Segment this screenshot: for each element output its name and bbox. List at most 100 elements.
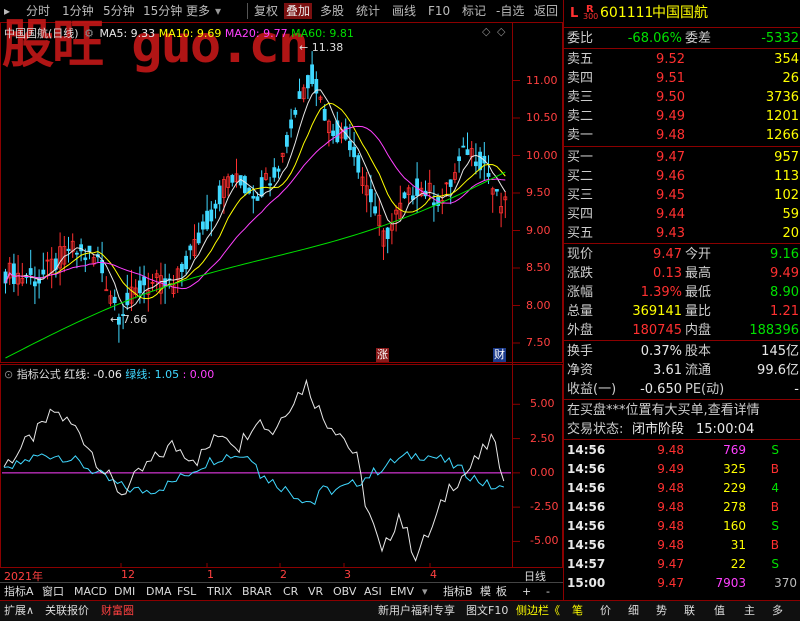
tick-side: B [770,462,779,476]
duogu-button[interactable]: 多股 [320,3,344,19]
quote-value: 188396 [749,323,799,338]
tick-row[interactable]: 14:56 9.49 325 B [564,460,800,479]
ask-label: 卖二 [567,109,594,124]
related-quote-tab[interactable]: 关联报价 [45,603,89,619]
tick-row[interactable]: 14:56 9.48 160 S [564,517,800,536]
big-order-notice[interactable]: 在买盘***位置有大买单,查看详情 [564,401,800,420]
tab-trend[interactable]: 势 [656,603,667,619]
candle-body [473,161,478,167]
settings-icon[interactable]: ⚙ [84,27,94,40]
back-button[interactable]: 返回 [534,3,558,19]
tick-price: 9.48 [657,519,684,533]
kline-chart[interactable] [0,22,563,570]
candle-body [205,210,210,230]
sidebar-toggle[interactable]: 侧边栏《 [516,603,560,619]
ask-label: 卖五 [567,52,594,67]
huaxian-button[interactable]: 画线 [392,3,416,19]
tab-value[interactable]: 值 [714,603,725,619]
tick-row[interactable]: 14:56 9.48 769 S [564,441,800,460]
badge-cai[interactable]: 财 [493,348,506,362]
tab-related[interactable]: 联 [684,603,695,619]
green-line-value: 绿线: 1.05 [125,368,180,381]
candle-body [33,281,37,287]
chevron-down-icon[interactable]: ▾ [422,584,428,599]
tick-time: 14:56 [567,462,606,476]
candle-body [251,196,256,199]
quote-label: 今开 [685,247,712,262]
time-label-4: 4 [430,568,437,581]
price-tick-label: 9.00 [526,223,551,237]
kline-header: 中国国航(日线) ⚙ MA5: 9.33 MA10: 9.69 MA20: 9.… [4,25,354,40]
candle-body [347,140,352,151]
tick-price: 9.48 [657,500,684,514]
tab-macd[interactable]: MACD [74,584,107,599]
f10-button[interactable]: F10 [428,3,450,19]
indicator-name[interactable]: 指标公式 [17,368,61,381]
tab-detail[interactable]: 细 [628,603,639,619]
tab-indicator-a[interactable]: 指标A [4,584,34,599]
ask-price: 9.49 [656,109,685,124]
tab-trix[interactable]: TRIX [207,584,232,599]
tick-row[interactable]: 14:57 9.47 22 S [564,555,800,574]
fund-row: 净资 3.61 流通 99.6亿 [564,361,800,380]
quote-label: 最低 [685,285,712,300]
low-price-label: ← 7.66 [110,313,148,326]
badge-zhang[interactable]: 涨 [376,348,389,362]
fund-row: 收益(一) -0.650 PE(动) - [564,380,800,399]
quote-label: 外盘 [567,323,594,338]
tick-time: 14:56 [567,443,606,457]
tab-price[interactable]: 价 [600,603,611,619]
quote-value: 9.49 [770,266,799,281]
red-line [3,378,505,562]
tab-brar[interactable]: BRAR [242,584,272,599]
tab-emv[interactable]: EMV [390,584,414,599]
fund-label: 股本 [685,344,712,359]
wealth-circle-tab[interactable]: 财富圈 [101,603,134,619]
tab-multi[interactable]: 多 [772,603,783,619]
tab-cr[interactable]: CR [283,584,298,599]
remove-watchlist-button[interactable]: -自选 [496,3,524,19]
tab-main[interactable]: 主 [744,603,755,619]
quote-value: 1.21 [770,304,799,319]
tab-dma[interactable]: DMA [146,584,172,599]
candle-body [494,189,499,192]
candle-body [478,151,483,171]
tick-price: 9.47 [657,576,684,590]
zoom-out-button[interactable]: - [546,584,550,599]
f10-graphic-tab[interactable]: 图文F10 [466,603,508,619]
notice-text[interactable]: 在买盘***位置有大买单,查看详情 [567,401,760,420]
biaoji-button[interactable]: 标记 [462,3,486,19]
tab-indicator-b[interactable]: 指标B [443,584,473,599]
tick-row[interactable]: 14:56 9.48 31 B [564,536,800,555]
tab-board[interactable]: 板 [496,584,507,599]
tab-asi[interactable]: ASI [364,584,382,599]
zoom-in-button[interactable]: + [522,584,531,599]
tab-template[interactable]: 模 [480,584,491,599]
new-user-welfare-link[interactable]: 新用户福利专享 [378,603,455,619]
tongji-button[interactable]: 统计 [356,3,380,19]
tab-obv[interactable]: OBV [333,584,356,599]
indicator-toggle-icon[interactable]: ⊙ [4,368,13,381]
tab-window[interactable]: 窗口 [42,584,64,599]
tick-row[interactable]: 15:00 9.47 7903 370 [564,574,800,593]
bid-label: 买二 [567,169,594,184]
bid-row: 买三 9.45 102 [564,186,800,205]
ask-row: 卖一 9.48 1266 [564,126,800,145]
fund-label: 换手 [567,344,594,359]
ask-volume: 1266 [765,128,799,143]
price-tick-label: 11.00 [526,73,558,87]
diamond-icon[interactable]: ◇ [482,25,490,38]
expand-button[interactable]: 扩展∧ [4,603,34,619]
tab-dmi[interactable]: DMI [114,584,135,599]
tick-volume: 22 [730,557,746,571]
tab-vr[interactable]: VR [308,584,323,599]
collapse-icon[interactable]: ◇ [497,25,505,38]
tick-row[interactable]: 14:56 9.48 278 B [564,498,800,517]
candle-body [448,179,453,187]
candle-body [322,108,327,121]
tab-trades[interactable]: 笔 [572,603,583,619]
tick-price: 9.48 [657,481,684,495]
tab-fsl[interactable]: FSL [177,584,196,599]
quote-row: 涨跌 0.13 最高 9.49 [564,264,800,283]
tick-row[interactable]: 14:56 9.48 229 4 [564,479,800,498]
